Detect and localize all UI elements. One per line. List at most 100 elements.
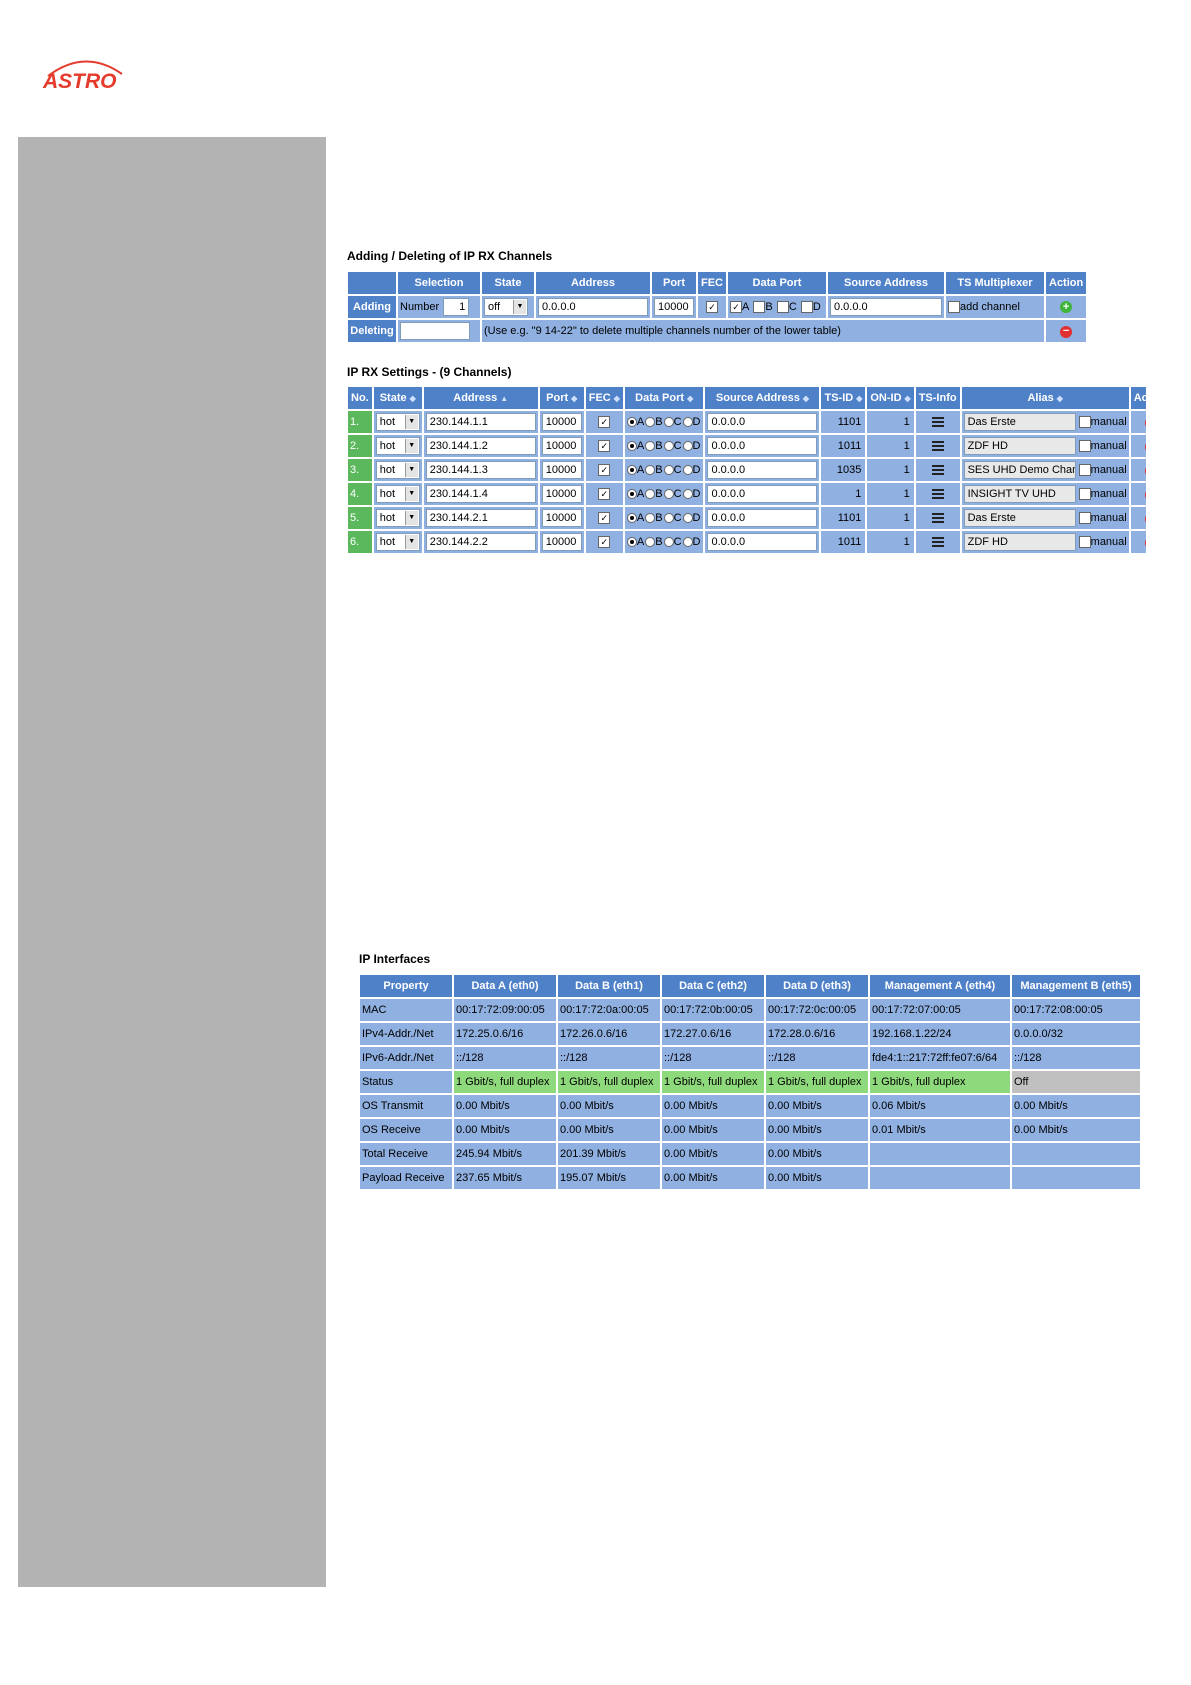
rx-port-input[interactable]: 10000 <box>541 485 582 503</box>
data-port-c-checkbox[interactable] <box>776 301 789 314</box>
rx-source-input[interactable]: 0.0.0.0 <box>707 413 818 431</box>
delete-icon[interactable]: − <box>1060 325 1073 338</box>
rx-data-port-d-radio[interactable] <box>682 465 693 476</box>
rx-manual-checkbox[interactable] <box>1078 536 1091 548</box>
rx-data-port-a-radio[interactable] <box>626 465 637 476</box>
list-icon[interactable] <box>931 441 944 452</box>
rx-alias-input[interactable]: SES UHD Demo Channel <box>963 461 1076 479</box>
rx-data-port-a-radio[interactable] <box>626 489 637 500</box>
delete-icon[interactable]: − <box>1144 536 1146 549</box>
rx-data-port-d-radio[interactable] <box>682 417 693 428</box>
delete-icon[interactable]: − <box>1144 488 1146 501</box>
rx-data-port-a-radio[interactable] <box>626 441 637 452</box>
rx-address-input[interactable]: 230.144.1.1 <box>425 413 536 431</box>
rx-header-source-address[interactable]: Source Address ◆ <box>705 387 820 409</box>
delete-channels-input[interactable] <box>400 322 470 340</box>
rx-manual-checkbox[interactable] <box>1078 440 1091 452</box>
rx-data-port-d-radio[interactable] <box>682 489 693 500</box>
rx-address-input[interactable]: 230.144.2.1 <box>425 509 536 527</box>
rx-alias-input[interactable]: ZDF HD <box>963 437 1076 455</box>
rx-manual-checkbox[interactable] <box>1078 488 1091 500</box>
rx-data-port-c-radio[interactable] <box>663 489 674 500</box>
rx-data-port-b-radio[interactable] <box>645 441 656 452</box>
delete-icon[interactable]: − <box>1144 440 1146 453</box>
fec-checkbox[interactable]: ✓ <box>706 301 718 314</box>
rx-fec-checkbox[interactable]: ✓ <box>598 464 611 477</box>
delete-icon[interactable]: − <box>1144 464 1146 477</box>
add-icon[interactable]: + <box>1060 301 1073 313</box>
data-port-b-checkbox[interactable] <box>753 301 766 314</box>
rx-source-input[interactable]: 0.0.0.0 <box>707 509 818 527</box>
rx-port-input[interactable]: 10000 <box>541 533 582 551</box>
rx-header-tsid[interactable]: TS-ID ◆ <box>821 387 866 409</box>
rx-port-input[interactable]: 10000 <box>541 413 582 431</box>
rx-address-input[interactable]: 230.144.1.3 <box>425 461 536 479</box>
data-port-a-checkbox[interactable]: ✓ <box>730 301 742 314</box>
delete-icon[interactable]: − <box>1144 416 1146 429</box>
rx-data-port-b-radio[interactable] <box>645 417 656 428</box>
rx-source-input[interactable]: 0.0.0.0 <box>707 533 818 551</box>
state-select[interactable]: off ▼ <box>484 298 528 316</box>
rx-data-port-c-radio[interactable] <box>663 465 674 476</box>
rx-state-select[interactable]: hot ▼ <box>375 437 420 455</box>
rx-port-input[interactable]: 10000 <box>541 437 582 455</box>
rx-header-data-port[interactable]: Data Port ◆ <box>624 387 704 409</box>
rx-state-select[interactable]: hot ▼ <box>375 413 420 431</box>
rx-port-input[interactable]: 10000 <box>541 461 582 479</box>
rx-address-input[interactable]: 230.144.2.2 <box>425 533 536 551</box>
rx-data-port-d-radio[interactable] <box>682 537 693 548</box>
rx-fec-checkbox[interactable]: ✓ <box>598 512 611 525</box>
rx-data-port-d-radio[interactable] <box>682 441 693 452</box>
rx-address-input[interactable]: 230.144.1.4 <box>425 485 536 503</box>
rx-data-port-a-radio[interactable] <box>626 417 637 428</box>
list-icon[interactable] <box>931 465 944 476</box>
list-icon[interactable] <box>931 489 944 500</box>
rx-state-select[interactable]: hot ▼ <box>375 533 420 551</box>
rx-header-alias[interactable]: Alias ◆ <box>961 387 1129 409</box>
rx-data-port-b-radio[interactable] <box>645 489 656 500</box>
delete-icon[interactable]: − <box>1144 512 1146 525</box>
rx-data-port-b-radio[interactable] <box>645 465 656 476</box>
rx-alias-input[interactable]: ZDF HD <box>963 533 1076 551</box>
rx-data-port-c-radio[interactable] <box>663 441 674 452</box>
rx-header-port[interactable]: Port ◆ <box>539 387 584 409</box>
rx-address-input[interactable]: 230.144.1.2 <box>425 437 536 455</box>
rx-data-port-b-radio[interactable] <box>645 513 656 524</box>
add-channel-checkbox[interactable] <box>948 301 960 314</box>
rx-data-port-b-radio[interactable] <box>645 537 656 548</box>
rx-state-select[interactable]: hot ▼ <box>375 509 420 527</box>
rx-data-port-c-radio[interactable] <box>663 537 674 548</box>
list-icon[interactable] <box>931 417 944 428</box>
rx-source-input[interactable]: 0.0.0.0 <box>707 461 818 479</box>
rx-manual-checkbox[interactable] <box>1078 416 1091 428</box>
data-port-d-checkbox[interactable] <box>800 301 813 314</box>
rx-source-input[interactable]: 0.0.0.0 <box>707 437 818 455</box>
rx-data-port-a-radio[interactable] <box>626 513 637 524</box>
address-input[interactable]: 0.0.0.0 <box>538 298 648 316</box>
rx-fec-checkbox[interactable]: ✓ <box>598 488 611 501</box>
rx-header-state[interactable]: State ◆ <box>373 387 422 409</box>
list-icon[interactable] <box>931 513 944 524</box>
rx-data-port-d-radio[interactable] <box>682 513 693 524</box>
rx-state-select[interactable]: hot ▼ <box>375 461 420 479</box>
rx-source-input[interactable]: 0.0.0.0 <box>707 485 818 503</box>
rx-fec-checkbox[interactable]: ✓ <box>598 416 611 429</box>
rx-alias-input[interactable]: Das Erste <box>963 413 1076 431</box>
source-address-input[interactable]: 0.0.0.0 <box>830 298 942 316</box>
rx-data-port-a-radio[interactable] <box>626 537 637 548</box>
rx-header-onid[interactable]: ON-ID ◆ <box>867 387 914 409</box>
rx-manual-checkbox[interactable] <box>1078 464 1091 476</box>
rx-state-select[interactable]: hot ▼ <box>375 485 420 503</box>
rx-alias-input[interactable]: INSIGHT TV UHD <box>963 485 1076 503</box>
rx-data-port-c-radio[interactable] <box>663 417 674 428</box>
rx-data-port-c-radio[interactable] <box>663 513 674 524</box>
rx-table-viewport[interactable]: No. State ◆ Address ▲ Port ◆ FEC ◆ Data Port… <box>346 385 1146 558</box>
port-input[interactable]: 10000 <box>654 298 694 316</box>
rx-manual-checkbox[interactable] <box>1078 512 1091 524</box>
rx-fec-checkbox[interactable]: ✓ <box>598 536 611 549</box>
rx-header-fec[interactable]: FEC ◆ <box>585 387 623 409</box>
rx-fec-checkbox[interactable]: ✓ <box>598 440 611 453</box>
list-icon[interactable] <box>931 537 944 548</box>
rx-header-address[interactable]: Address ▲ <box>423 387 538 409</box>
number-input[interactable]: 1 <box>443 298 470 316</box>
